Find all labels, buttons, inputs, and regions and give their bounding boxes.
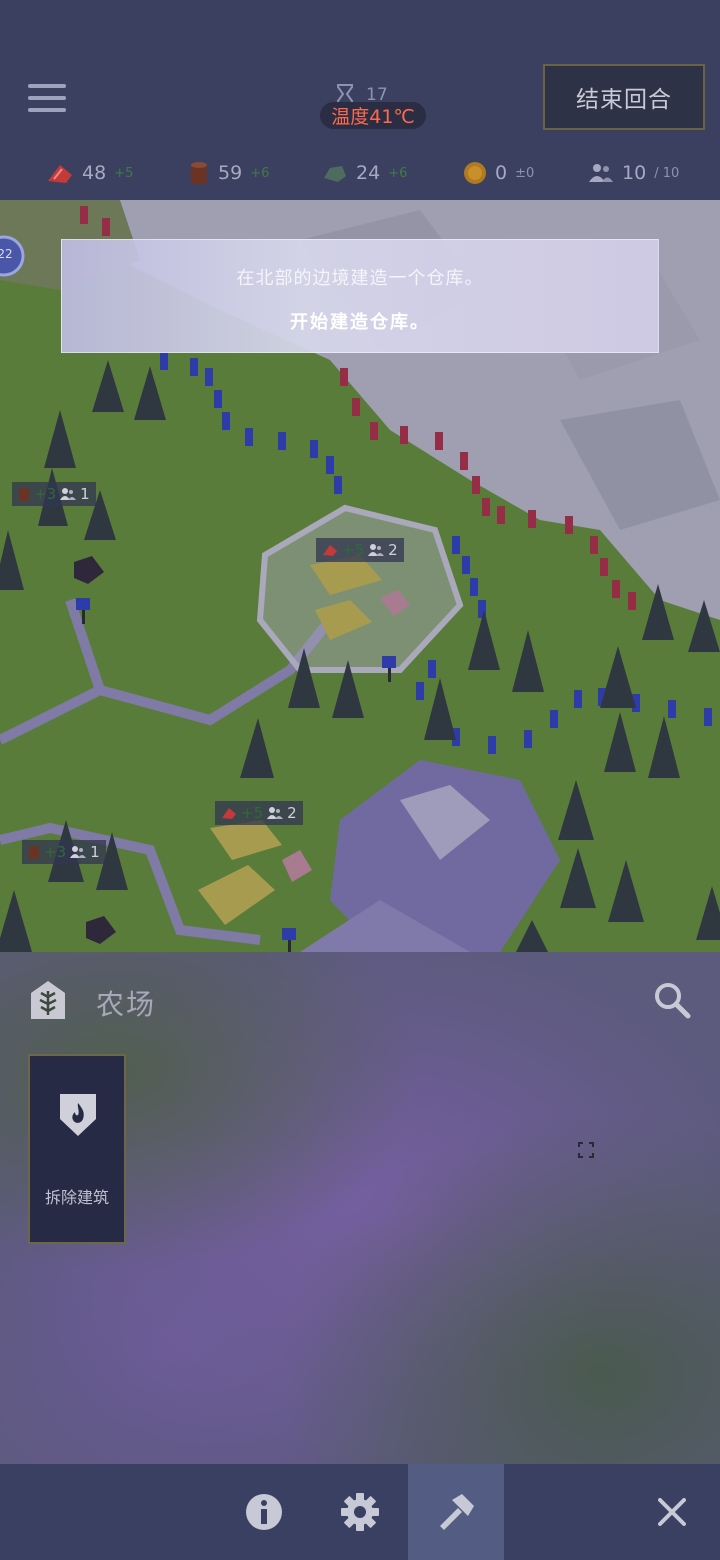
population-icon: [60, 488, 77, 500]
wood-value: 59: [218, 162, 243, 184]
stone-value: 24: [356, 162, 381, 184]
wood-icon: [29, 846, 39, 859]
yield-value: +5: [241, 804, 264, 822]
yield-value: +5: [342, 541, 365, 559]
resource-stone[interactable]: 24 +6: [322, 158, 407, 188]
demolish-label: 拆除建筑: [44, 1188, 109, 1207]
population-cap: / 10: [654, 165, 680, 181]
population-value: 10: [622, 162, 647, 184]
yield-badge-wood-1[interactable]: +3 1: [12, 482, 96, 506]
worker-count: 2: [287, 804, 297, 822]
wood-icon: [191, 162, 207, 184]
resource-gold[interactable]: 0 ±0: [463, 158, 534, 188]
stone-icon: [324, 166, 346, 182]
search-icon[interactable]: [652, 980, 692, 1020]
yield-value: +3: [44, 843, 67, 861]
fire-shield-icon: [60, 1094, 96, 1136]
yield-value: +3: [34, 485, 57, 503]
info-icon[interactable]: [244, 1492, 284, 1532]
food-icon: [48, 165, 72, 183]
resource-food[interactable]: 48 +5: [46, 158, 133, 188]
population-icon: [70, 846, 87, 858]
food-icon: [323, 545, 337, 556]
gold-delta: ±0: [515, 165, 535, 181]
food-value: 48: [82, 162, 107, 184]
yield-badge-wood-2[interactable]: +3 1: [22, 840, 106, 864]
temperature-label: 温度41℃: [331, 106, 415, 128]
farm-category-icon: [31, 981, 65, 1019]
worker-count: 1: [80, 485, 90, 503]
tooltip-action: 开始建造仓库。: [290, 312, 430, 333]
gold-value: 0: [495, 162, 508, 184]
wood-icon: [19, 488, 29, 501]
population-icon: [589, 164, 613, 182]
end-turn-button[interactable]: 结束回合: [543, 64, 705, 130]
wood-delta: +6: [250, 165, 270, 181]
demolish-building-card[interactable]: 拆除建筑: [28, 1054, 126, 1244]
temperature-pill: 温度41℃: [320, 102, 426, 129]
population-icon: [368, 544, 385, 556]
tutorial-tooltip[interactable]: 在北部的边境建造一个仓库。 开始建造仓库。: [61, 239, 659, 353]
category-title: 农场: [96, 988, 157, 1021]
yield-badge-food-2[interactable]: +5 2: [215, 801, 303, 825]
yield-badge-food-1[interactable]: +5 2: [316, 538, 404, 562]
menu-button[interactable]: [28, 84, 68, 114]
population-icon: [267, 807, 284, 819]
hourglass-icon: [337, 84, 353, 104]
food-icon: [222, 808, 236, 819]
resource-population[interactable]: 10 / 10: [588, 158, 679, 188]
hammer-icon[interactable]: [436, 1492, 476, 1532]
worker-count: 2: [388, 541, 398, 559]
gold-coin-icon: [464, 162, 486, 184]
tooltip-instruction: 在北部的边境建造一个仓库。: [236, 268, 484, 289]
close-icon[interactable]: [652, 1492, 692, 1532]
worker-count: 1: [90, 843, 100, 861]
gear-icon[interactable]: [340, 1492, 380, 1532]
food-delta: +5: [114, 165, 134, 181]
tile-number-text: 22: [0, 247, 13, 261]
focus-corners-icon: [578, 1142, 594, 1158]
resource-wood[interactable]: 59 +6: [188, 158, 269, 188]
stone-delta: +6: [388, 165, 408, 181]
